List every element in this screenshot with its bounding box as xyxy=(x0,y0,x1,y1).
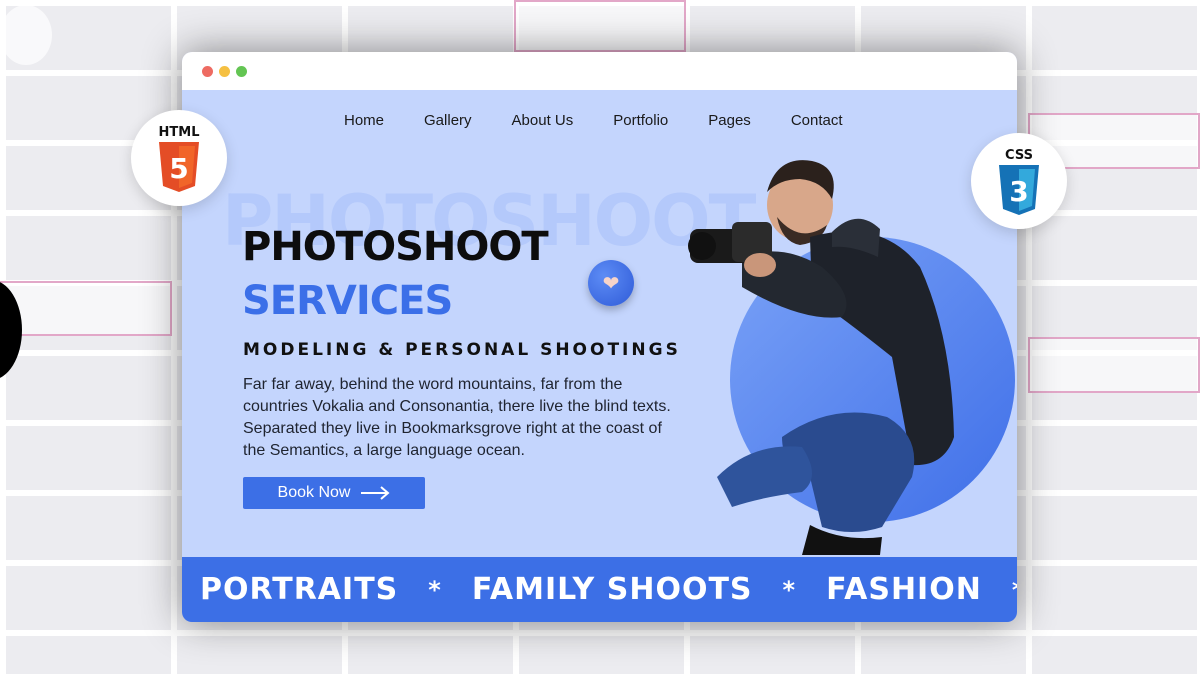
browser-window: Home Gallery About Us Portfolio Pages Co… xyxy=(182,52,1017,622)
window-titlebar xyxy=(182,52,1017,90)
minimize-dot[interactable] xyxy=(219,65,230,77)
photographer-image xyxy=(688,160,954,555)
services-ribbon: PORTRAITS * FAMILY SHOOTS * FASHION * xyxy=(182,557,1017,622)
css3-badge: CSS 3 xyxy=(971,133,1067,229)
nav-gallery[interactable]: Gallery xyxy=(424,112,472,129)
hero-subtitle: MODELING & PERSONAL SHOOTINGS xyxy=(243,340,681,360)
nav-about-us[interactable]: About Us xyxy=(512,112,574,129)
nav-portfolio[interactable]: Portfolio xyxy=(613,112,668,129)
nav-home[interactable]: Home xyxy=(344,112,384,129)
ribbon-separator: * xyxy=(1012,576,1017,604)
background-box xyxy=(514,0,686,52)
html5-badge: HTML 5 xyxy=(131,110,227,206)
main-nav: Home Gallery About Us Portfolio Pages Co… xyxy=(344,112,843,129)
ribbon-item-family-shoots: FAMILY SHOOTS xyxy=(471,572,753,607)
maximize-dot[interactable] xyxy=(236,65,247,77)
hero-description: Far far away, behind the word mountains,… xyxy=(243,376,671,459)
book-now-label: Book Now xyxy=(277,484,351,501)
hero-title-accent: SERVICES xyxy=(242,278,453,324)
close-dot[interactable] xyxy=(202,65,213,77)
heart-bubble-icon: ❤ xyxy=(588,260,634,306)
ribbon-separator: * xyxy=(782,575,797,604)
nav-contact[interactable]: Contact xyxy=(791,112,843,129)
html-badge-number: 5 xyxy=(169,152,188,185)
html-badge-label: HTML xyxy=(158,124,200,140)
arrow-right-icon xyxy=(361,486,390,500)
hero-title: PHOTOSHOOT xyxy=(242,224,549,270)
book-now-button[interactable]: Book Now xyxy=(243,477,425,509)
css-badge-number: 3 xyxy=(1009,175,1028,208)
background-box xyxy=(0,281,172,336)
css3-icon: 3 xyxy=(999,164,1039,215)
ribbon-item-portraits: PORTRAITS xyxy=(200,572,399,607)
ribbon-item-fashion: FASHION xyxy=(826,572,982,607)
css-badge-label: CSS xyxy=(1005,147,1033,163)
nav-pages[interactable]: Pages xyxy=(708,112,751,129)
ribbon-separator: * xyxy=(428,575,442,604)
background-circle xyxy=(0,5,52,65)
html5-icon: 5 xyxy=(159,141,199,192)
background-box xyxy=(1028,337,1200,393)
